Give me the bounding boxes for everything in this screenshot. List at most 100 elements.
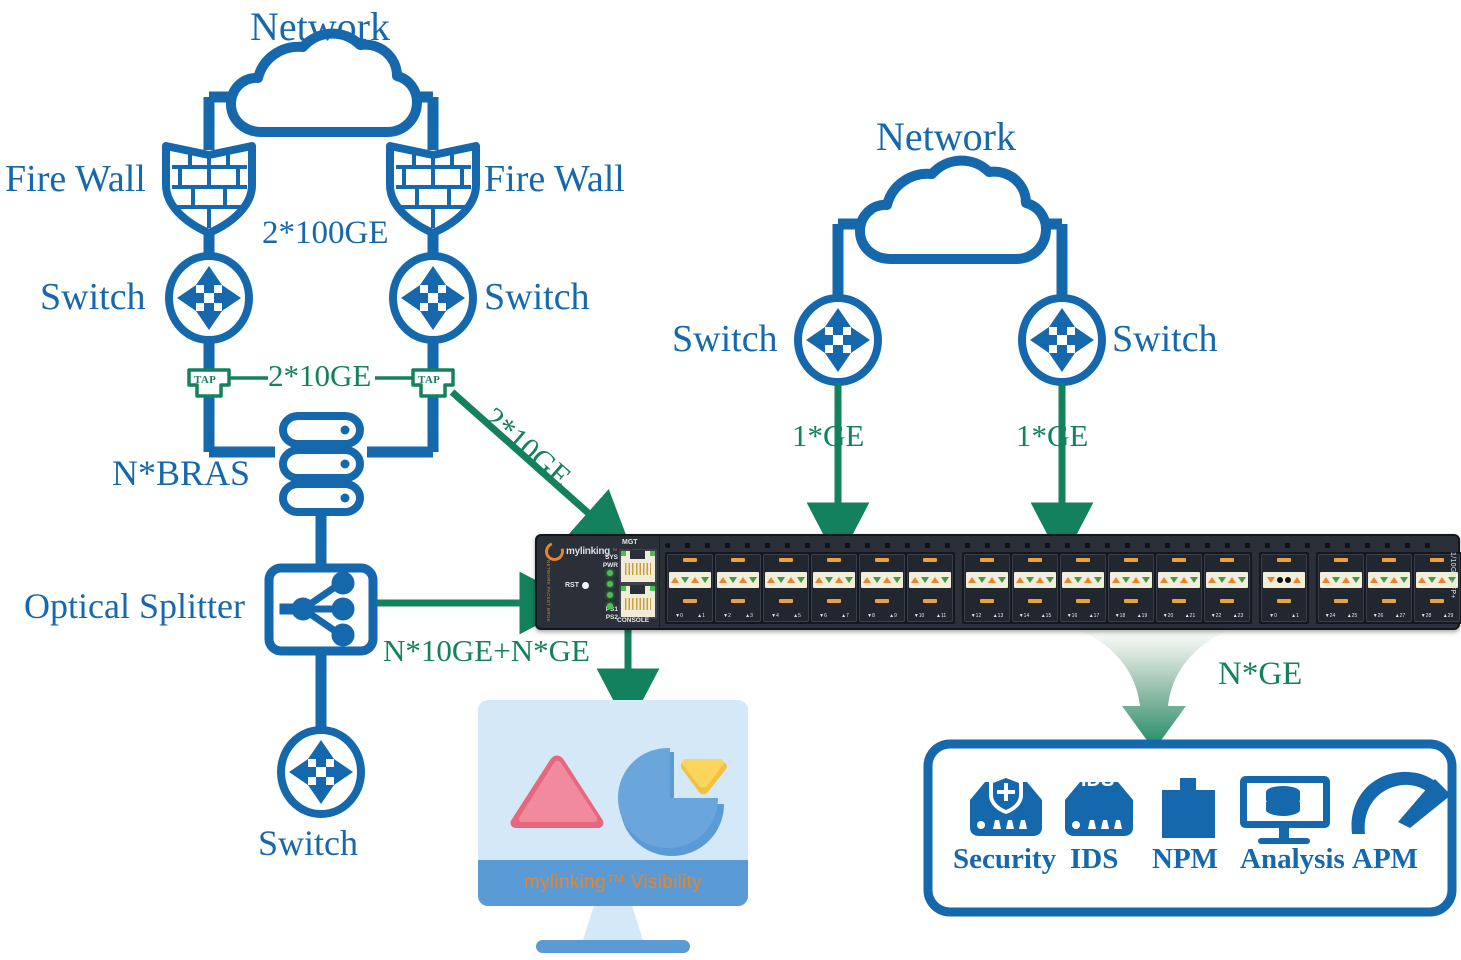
monitor-stand xyxy=(583,906,643,940)
port-arrow-down xyxy=(1218,577,1226,584)
port-number-row: ▼22 ▲23 xyxy=(1205,612,1249,619)
switch-icon-right-top xyxy=(389,252,477,344)
port-slot xyxy=(1368,572,1410,589)
mgt-label: MGT xyxy=(622,539,638,546)
switch-label-right-b: Switch xyxy=(1112,318,1218,360)
port-slot xyxy=(909,572,951,589)
port-led-top xyxy=(1172,558,1186,562)
port-led-bottom xyxy=(683,598,697,603)
port-number: ▲17 xyxy=(1088,612,1100,619)
firewall-icon-right xyxy=(386,142,480,237)
port-number-row: ▼2 ▲3 xyxy=(716,612,760,619)
sfp-port-cage[interactable]: ▼10 ▲11 xyxy=(907,554,953,622)
visibility-monitor[interactable]: mylinking™ Visibility xyxy=(478,700,748,960)
sfp-port-cage[interactable]: ▼14 ▲15 xyxy=(1012,554,1058,622)
port-slot xyxy=(1206,572,1248,589)
sfp-port-cage[interactable]: ▼2 ▲3 xyxy=(715,554,761,622)
port-led-bottom xyxy=(731,598,745,603)
firewall-icon-left xyxy=(162,142,256,237)
sfp-port-cage[interactable]: ▼24 ▲25 xyxy=(1318,554,1364,622)
ids-badge-text: IDS xyxy=(1081,769,1115,791)
sfp-port-cage[interactable]: ▼0 ▲1 xyxy=(1261,554,1307,622)
port-number: ▲13 xyxy=(992,612,1004,619)
port-arrow-up xyxy=(1064,577,1072,584)
optical-splitter-icon xyxy=(264,563,378,656)
port-arrow-up xyxy=(1418,577,1426,584)
port-number: ▼24 xyxy=(1324,612,1336,619)
port-arrow-up xyxy=(1180,577,1188,584)
sfp-port-cage[interactable]: ▼16 ▲17 xyxy=(1060,554,1106,622)
sfp-port-cage[interactable]: ▼20 ▲21 xyxy=(1156,554,1202,622)
port-led-top xyxy=(731,558,745,562)
port-number: ▲7 xyxy=(841,612,849,619)
rst-label: RST xyxy=(565,582,579,589)
port-number-row: ▼12 ▲13 xyxy=(965,612,1009,619)
port-arrow-up xyxy=(1160,577,1168,584)
console-rj45-port[interactable] xyxy=(619,584,657,619)
port-arrow-down xyxy=(825,577,833,584)
port-slot xyxy=(813,572,855,589)
led-label-sys-pwr: SYS PWR xyxy=(598,554,618,569)
appliance-side-text: NETWORK PACKET BROKER xyxy=(546,560,551,622)
port-number: ▼8 xyxy=(867,612,875,619)
port-arrow-up xyxy=(863,577,871,584)
port-arrow-down xyxy=(1332,577,1340,584)
sfp-port-cage[interactable]: ▼6 ▲7 xyxy=(811,554,857,622)
port-number-row: ▼16 ▲17 xyxy=(1061,612,1105,619)
status-led xyxy=(607,570,613,576)
port-number: ▼14 xyxy=(1018,612,1030,619)
port-led-top xyxy=(1430,558,1444,562)
port-number: ▼0 xyxy=(1269,612,1277,619)
tap-label-right: TAP xyxy=(418,374,441,386)
port-number: ▼28 xyxy=(1420,612,1432,619)
port-arrow-up xyxy=(1016,577,1024,584)
port-arrow-down xyxy=(941,577,949,584)
port-number: ▲11 xyxy=(936,612,947,619)
port-arrow-up xyxy=(787,577,795,584)
monitor-screen xyxy=(478,700,748,860)
port-arrow-up xyxy=(1112,577,1120,584)
link-label-1ge-left: 1*GE xyxy=(792,418,865,453)
tap-label-left: TAP xyxy=(194,374,217,386)
status-led xyxy=(607,592,613,598)
port-group: ▼24▲25▼26▲27▼28▲29▼30▲31▼32▲33 xyxy=(1316,552,1461,624)
port-arrow-down xyxy=(998,577,1006,584)
switch-icon-bottom-left xyxy=(277,726,365,818)
status-led-group xyxy=(607,570,613,609)
link-label-10ge: 2*10GE xyxy=(268,358,372,393)
port-number: ▼22 xyxy=(1210,612,1222,619)
port-arrow-down xyxy=(1238,577,1246,584)
sfp-port-cage[interactable]: ▼22 ▲23 xyxy=(1204,554,1250,622)
sfp-port-cage[interactable]: ▼4 ▲5 xyxy=(763,554,809,622)
port-slot xyxy=(861,572,903,589)
sfp-port-cage[interactable]: ▼18 ▲19 xyxy=(1108,554,1154,622)
funnel-arrow xyxy=(1073,628,1235,750)
port-group: ▼0 ▲1 ▼2 ▲3 ▼4 ▲5 ▼6 ▲7 ▼8 ▲9 ▼10 ▲11 xyxy=(665,552,955,624)
port-number-row: ▼18 ▲19 xyxy=(1109,612,1153,619)
tool-label-apm: APM xyxy=(1352,843,1419,875)
port-number-row: ▼0 ▲1 xyxy=(1262,612,1306,619)
port-group: ▼12 ▲13 ▼14 ▲15 ▼16 ▲17 ▼18 ▲19 ▼20 ▲21 ▼22 ▲23 xyxy=(962,552,1252,624)
mgt-rj45-port[interactable] xyxy=(619,549,657,584)
port-number: ▼12 xyxy=(970,612,982,619)
port-arrow-up xyxy=(1084,577,1092,584)
port-arrow-down xyxy=(1122,577,1130,584)
port-led-bottom xyxy=(1220,598,1234,603)
port-led-bottom xyxy=(875,598,889,603)
sfp-port-cage[interactable]: ▼12 ▲13 xyxy=(964,554,1010,622)
port-slot xyxy=(966,572,1008,589)
port-arrow-up xyxy=(1322,577,1330,584)
appliance-reset-control[interactable]: RST xyxy=(565,582,589,589)
port-led-bottom xyxy=(827,598,841,603)
port-slot xyxy=(765,572,807,589)
sfp-port-cage[interactable]: ▼0 ▲1 xyxy=(667,554,713,622)
port-number-row: ▼8 ▲9 xyxy=(860,612,904,619)
port-number: ▲1 xyxy=(697,612,705,619)
reset-button[interactable] xyxy=(582,582,589,589)
sfp-port-cage[interactable]: ▼8 ▲9 xyxy=(859,554,905,622)
firewall-label-left: Fire Wall xyxy=(5,158,146,200)
port-led-top xyxy=(827,558,841,562)
sfp-port-cage[interactable]: ▼26 ▲27 xyxy=(1366,554,1412,622)
network-packet-broker-appliance[interactable]: mylinking ™ NETWORK PACKET BROKER RST SY… xyxy=(535,534,1461,630)
port-led-top xyxy=(683,558,697,562)
